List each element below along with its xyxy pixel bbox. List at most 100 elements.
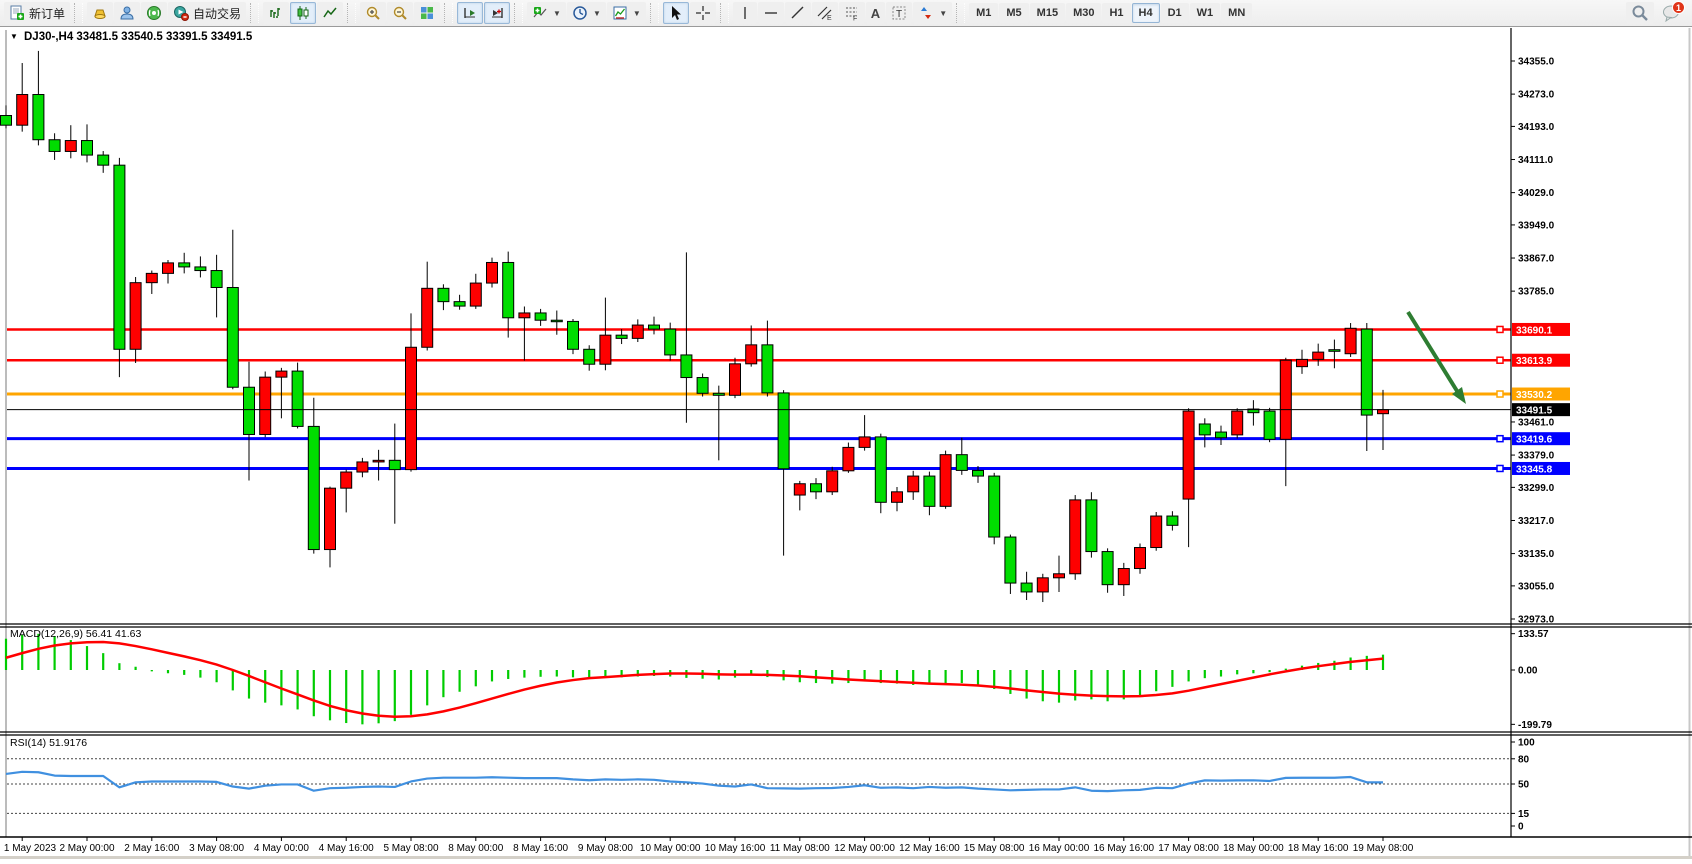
new-order-icon (9, 5, 25, 21)
fibonacci-icon: F (844, 5, 860, 21)
zoom-in-button[interactable] (360, 2, 386, 24)
tile-windows-button[interactable] (414, 2, 440, 24)
horizontal-line-icon (763, 5, 779, 21)
svg-text:-199.79: -199.79 (1518, 720, 1552, 731)
indicators-button[interactable]: ▼ (527, 2, 566, 24)
chart-title: ▼DJ30-,H4 33481.5 33540.5 33391.5 33491.… (10, 31, 253, 43)
bar-chart-button[interactable] (263, 2, 289, 24)
svg-text:10 May 16:00: 10 May 16:00 (705, 843, 766, 854)
toolbar-grip (250, 3, 259, 23)
svg-text:T: T (896, 9, 902, 20)
zoom-in-icon (365, 5, 381, 21)
svg-text:11 May 08:00: 11 May 08:00 (770, 843, 830, 854)
vertical-line-icon (738, 5, 752, 21)
svg-text:5 May 08:00: 5 May 08:00 (383, 843, 438, 854)
chart-shift-button[interactable] (484, 2, 510, 24)
signals-button[interactable] (114, 2, 140, 24)
svg-text:33690.1: 33690.1 (1516, 325, 1553, 336)
new-order-button[interactable]: 新订单 (4, 2, 70, 24)
svg-text:33135.0: 33135.0 (1518, 549, 1555, 560)
toolbar-grip (650, 3, 659, 23)
svg-text:18 May 00:00: 18 May 00:00 (1223, 843, 1284, 854)
svg-text:3 May 08:00: 3 May 08:00 (189, 843, 244, 854)
line-chart-icon (322, 5, 338, 21)
crosshair-button[interactable] (690, 2, 716, 24)
svg-text:133.57: 133.57 (1518, 629, 1549, 640)
toolbar-grip (720, 3, 729, 23)
timeframe-button-m15[interactable]: M15 (1030, 3, 1065, 23)
chevron-down-icon: ▼ (939, 9, 947, 18)
channel-button[interactable]: E (812, 2, 838, 24)
svg-text:33419.6: 33419.6 (1516, 435, 1553, 446)
templates-button[interactable]: ▼ (607, 2, 646, 24)
auto-scroll-button[interactable] (457, 2, 483, 24)
shapes-button[interactable]: ▼ (913, 2, 952, 24)
timeframe-button-h4[interactable]: H4 (1132, 3, 1160, 23)
svg-text:16 May 16:00: 16 May 16:00 (1093, 843, 1154, 854)
channel-icon: E (817, 5, 833, 21)
vertical-line-button[interactable] (733, 2, 757, 24)
cursor-icon (668, 5, 684, 21)
search-button[interactable] (1626, 2, 1654, 24)
candlestick-chart-button[interactable] (290, 2, 316, 24)
one-click-trading-arrow[interactable]: ▼ (10, 32, 18, 41)
timeframe-button-d1[interactable]: D1 (1161, 3, 1189, 23)
svg-text:8 May 16:00: 8 May 16:00 (513, 843, 568, 854)
svg-text:100: 100 (1518, 738, 1535, 749)
horizontal-line-button[interactable] (758, 2, 784, 24)
svg-text:33379.0: 33379.0 (1518, 451, 1555, 462)
auto-scroll-icon (462, 5, 478, 21)
chevron-down-icon: ▼ (633, 9, 641, 18)
svg-text:50: 50 (1518, 780, 1530, 791)
tile-windows-icon (419, 5, 435, 21)
autotrading-button[interactable]: 自动交易 (168, 2, 246, 24)
chevron-down-icon: ▼ (593, 9, 601, 18)
svg-text:4 May 00:00: 4 May 00:00 (254, 843, 309, 854)
notification-badge: 1 (1672, 1, 1685, 14)
svg-text:8 May 00:00: 8 May 00:00 (448, 843, 503, 854)
price-tag: 33419.6 (1512, 432, 1570, 446)
timeframe-button-h1[interactable]: H1 (1102, 3, 1130, 23)
svg-text:2 May 16:00: 2 May 16:00 (124, 843, 179, 854)
chart-canvas[interactable]: MACD(12,26,9) 56.41 41.63RSI(14) 51.9176… (0, 28, 1692, 859)
timeframe-button-w1[interactable]: W1 (1190, 3, 1221, 23)
price-tag: 33491.5 (1512, 403, 1570, 417)
svg-text:12 May 16:00: 12 May 16:00 (899, 843, 960, 854)
toolbar: 新订单 自动交易 ▼ ▼ (0, 0, 1692, 27)
svg-text:32973.0: 32973.0 (1518, 614, 1555, 625)
crosshair-icon (695, 5, 711, 21)
svg-text:E: E (827, 15, 832, 21)
line-chart-button[interactable] (317, 2, 343, 24)
timeframe-button-m1[interactable]: M1 (969, 3, 998, 23)
text-icon: A (871, 6, 880, 21)
svg-text:18 May 16:00: 18 May 16:00 (1288, 843, 1349, 854)
rsi-label: RSI(14) 51.9176 (10, 737, 87, 749)
timeframe-button-mn[interactable]: MN (1221, 3, 1252, 23)
fibonacci-button[interactable]: F (839, 2, 865, 24)
bar-chart-icon (268, 5, 284, 21)
periods-button[interactable]: ▼ (567, 2, 606, 24)
shapes-icon (918, 5, 934, 21)
cursor-button[interactable] (663, 2, 689, 24)
timeframe-group: M1M5M15M30H1H4D1W1MN (969, 3, 1252, 23)
trendline-button[interactable] (785, 2, 811, 24)
svg-text:0.00: 0.00 (1518, 666, 1538, 677)
zoom-out-button[interactable] (387, 2, 413, 24)
news-button[interactable] (141, 2, 167, 24)
timeframe-button-m5[interactable]: M5 (999, 3, 1028, 23)
svg-text:16 May 00:00: 16 May 00:00 (1029, 843, 1090, 854)
svg-text:9 May 08:00: 9 May 08:00 (578, 843, 633, 854)
indicators-icon (532, 5, 548, 21)
toolbar-grip (956, 3, 965, 23)
label-button[interactable]: T (886, 2, 912, 24)
notifications-button[interactable]: 1 (1660, 2, 1682, 24)
svg-text:33949.0: 33949.0 (1518, 220, 1555, 231)
chart-shift-icon (489, 5, 505, 21)
templates-icon (612, 5, 628, 21)
price-tag: 33613.9 (1512, 354, 1570, 368)
timeframe-button-m30[interactable]: M30 (1066, 3, 1101, 23)
text-button[interactable]: A (866, 2, 885, 24)
market-button[interactable] (87, 2, 113, 24)
svg-text:12 May 00:00: 12 May 00:00 (834, 843, 895, 854)
chevron-down-icon: ▼ (553, 9, 561, 18)
